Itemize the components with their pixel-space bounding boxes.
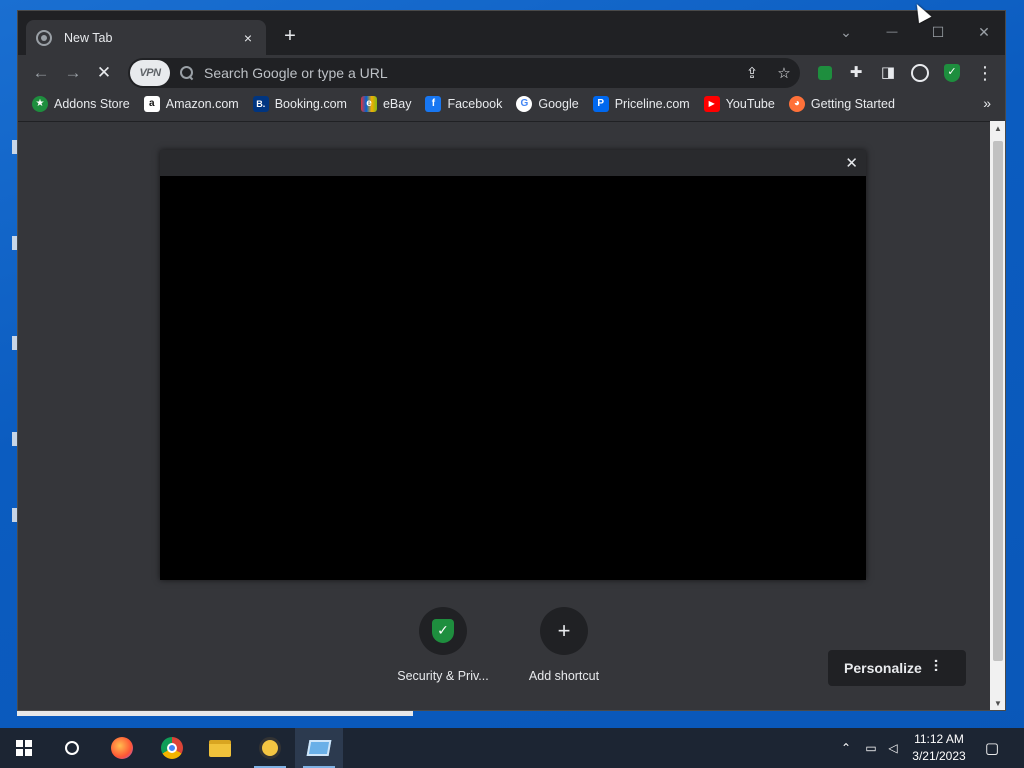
bookmark-label: eBay (382, 97, 412, 111)
bookmark-priceline[interactable]: P Priceline.com (592, 96, 690, 112)
scrollbar[interactable]: ▲ ▼ (990, 121, 1005, 710)
window-app-icon (306, 740, 332, 756)
popup-dialog: ✕ (160, 150, 866, 580)
network-icon[interactable]: ▭ (862, 728, 880, 768)
title-bar: New Tab × + ⌄ — ☐ ✕ (18, 11, 1005, 55)
shield-app-icon (259, 737, 281, 759)
add-shortcut-button[interactable]: + Add shortcut (504, 607, 624, 683)
bookmark-facebook[interactable]: f Facebook (425, 96, 502, 112)
bookmark-label: Priceline.com (614, 97, 690, 111)
address-input[interactable] (204, 65, 736, 81)
personalize-button[interactable]: Personalize ⫶ (828, 650, 966, 686)
system-clock[interactable]: 11:12 AM 3/21/2023 (903, 731, 975, 765)
tab-new-tab[interactable]: New Tab × (26, 20, 266, 55)
facebook-icon: f (425, 96, 442, 112)
toolbar: ← → ✕ VPN ⇪ ☆ ✚ ◨ ✓ ⋮ (18, 55, 1005, 91)
taskbar-file-explorer[interactable] (196, 728, 244, 768)
shortcut-tile: ✓ (419, 607, 467, 655)
taskbar-firefox[interactable] (98, 728, 146, 768)
bookmark-youtube[interactable]: ▶ YouTube (703, 96, 775, 112)
forward-button[interactable]: → (59, 59, 87, 87)
bookmark-booking[interactable]: B. Booking.com (252, 96, 347, 112)
ebay-icon: e (360, 96, 377, 112)
shield-extension-icon[interactable]: ✓ (938, 59, 966, 87)
start-button[interactable] (0, 728, 48, 768)
vpn-badge[interactable]: VPN (130, 60, 170, 86)
shield-check-icon: ✓ (432, 619, 454, 643)
tab-close-icon[interactable]: × (240, 30, 256, 46)
side-panel-icon[interactable]: ◨ (874, 59, 902, 87)
bookmark-label: Facebook (447, 97, 503, 111)
google-icon: G (516, 96, 533, 112)
bookmark-amazon[interactable]: a Amazon.com (143, 96, 239, 112)
shortcut-security[interactable]: ✓ Security & Priv... (383, 607, 503, 683)
search-icon (180, 66, 194, 80)
browser-window: New Tab × + ⌄ — ☐ ✕ ← → ✕ VPN ⇪ ☆ ✚ ◨ ✓ … (17, 10, 1006, 711)
firefox-icon: ◕ (788, 96, 805, 112)
menu-icon[interactable]: ⋮ (971, 59, 999, 87)
profile-icon[interactable] (906, 59, 934, 87)
bookmark-label: Google (538, 97, 579, 111)
close-window-button[interactable]: ✕ (964, 17, 1004, 47)
dialog-header: ✕ (160, 150, 866, 176)
stop-loading-button[interactable]: ✕ (90, 59, 118, 87)
search-button[interactable] (48, 728, 96, 768)
minimize-button[interactable]: — (872, 17, 912, 47)
maximize-button[interactable]: ☐ (918, 17, 958, 47)
scroll-down-icon[interactable]: ▼ (990, 696, 1005, 710)
bookmark-label: Amazon.com (165, 97, 239, 111)
new-tab-button[interactable]: + (278, 25, 302, 49)
folder-icon (209, 739, 231, 757)
window-edge-strip (17, 711, 413, 716)
sliders-icon: ⫶ (933, 659, 938, 676)
volume-muted-icon[interactable]: ◁ (884, 728, 902, 768)
omnibox[interactable]: VPN ⇪ ☆ (128, 58, 800, 88)
personalize-label: Personalize (844, 660, 922, 676)
bookmark-label: YouTube (725, 97, 775, 111)
back-button[interactable]: ← (27, 59, 55, 87)
booking-icon: B. (252, 96, 269, 112)
share-icon[interactable]: ⇪ (736, 64, 768, 82)
youtube-icon: ▶ (703, 96, 720, 112)
bookmark-google[interactable]: G Google (516, 96, 579, 112)
bookmark-ebay[interactable]: e eBay (360, 96, 412, 112)
shortcut-label: Security & Priv... (397, 669, 489, 683)
firefox-icon (111, 737, 133, 759)
plus-icon: + (557, 618, 571, 643)
notifications-icon[interactable]: ▢ (980, 728, 1004, 768)
clock-time: 11:12 AM (914, 732, 964, 746)
search-icon (65, 741, 79, 755)
extensions-icon[interactable]: ✚ (842, 59, 870, 87)
chrome-icon (161, 737, 183, 759)
bookmarks-overflow-icon[interactable]: » (983, 95, 991, 111)
shortcut-tile: + (540, 607, 588, 655)
loading-favicon-icon (36, 29, 52, 46)
tray-chevron-icon[interactable]: ⌃ (838, 728, 854, 768)
bookmark-label: Booking.com (274, 97, 347, 111)
priceline-icon: P (592, 96, 609, 112)
scroll-up-icon[interactable]: ▲ (990, 121, 1005, 137)
taskbar-vpn-app[interactable] (246, 728, 294, 768)
tab-search-button[interactable]: ⌄ (826, 17, 866, 47)
bookmark-addons-store[interactable]: ★ Addons Store (32, 96, 130, 112)
bookmarks-bar: ★ Addons Store a Amazon.com B. Booking.c… (18, 91, 1005, 117)
desktop-icons-fragment (0, 58, 18, 578)
lock-extension-icon[interactable] (811, 59, 839, 87)
addons-store-icon: ★ (32, 96, 48, 112)
bookmark-star-icon[interactable]: ☆ (768, 64, 800, 82)
bookmark-getting-started[interactable]: ◕ Getting Started (788, 96, 895, 112)
bookmark-label: Addons Store (54, 97, 130, 111)
taskbar-chrome[interactable] (148, 728, 196, 768)
amazon-icon: a (143, 96, 160, 112)
shortcut-label: Add shortcut (528, 669, 600, 683)
bookmark-label: Getting Started (810, 97, 895, 111)
dialog-close-icon[interactable]: ✕ (845, 154, 858, 172)
taskbar-window-app[interactable] (295, 728, 343, 768)
tab-title: New Tab (64, 30, 113, 45)
scroll-thumb[interactable] (993, 141, 1003, 661)
clock-date: 3/21/2023 (912, 749, 966, 763)
taskbar: ⌃ ▭ ◁ 11:12 AM 3/21/2023 ▢ (0, 728, 1024, 768)
windows-logo-icon (16, 740, 32, 756)
